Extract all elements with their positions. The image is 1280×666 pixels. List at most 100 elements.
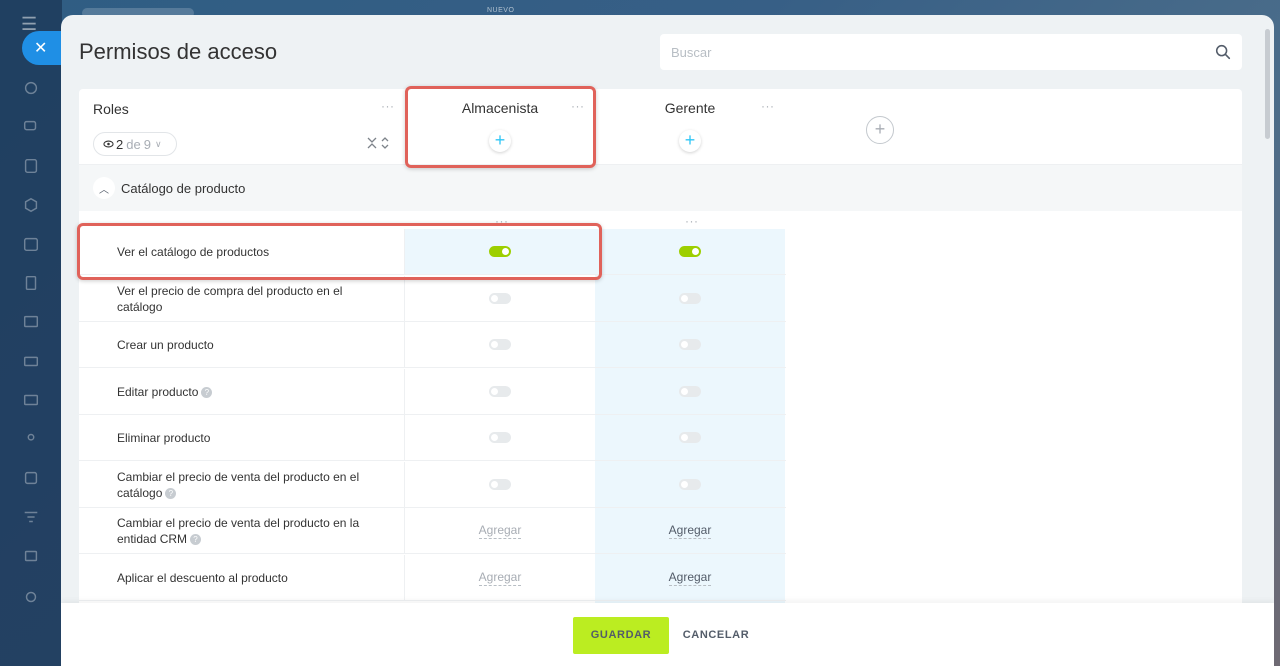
add-value-link[interactable]: Agregar bbox=[405, 570, 595, 586]
role-name: Gerente bbox=[664, 100, 716, 116]
permission-label: Ver el catálogo de productos bbox=[117, 244, 377, 260]
add-value-text: Agregar bbox=[668, 523, 712, 539]
help-icon[interactable]: ? bbox=[190, 534, 202, 546]
column-more-icon[interactable]: ··· bbox=[495, 215, 509, 227]
permission-toggle[interactable] bbox=[489, 386, 511, 397]
eye-icon bbox=[103, 140, 114, 148]
crm-icon[interactable] bbox=[21, 195, 41, 215]
permission-label: Ver el precio de compra del producto en … bbox=[117, 283, 377, 315]
sites-icon[interactable] bbox=[21, 312, 41, 332]
permission-label: Editar producto? bbox=[117, 384, 377, 400]
role-column-gerente: Gerente ··· + bbox=[595, 89, 785, 165]
column-more-icon[interactable]: ··· bbox=[685, 215, 699, 227]
left-sidebar: ☰ bbox=[0, 0, 62, 666]
permission-label-text: Cambiar el precio de venta del producto … bbox=[117, 516, 360, 546]
permission-row: Ver el precio de compra del producto en … bbox=[79, 276, 786, 322]
help-icon[interactable]: ? bbox=[165, 488, 177, 500]
of-label: de bbox=[126, 136, 141, 152]
section-header[interactable]: ︿ Catálogo de producto bbox=[79, 165, 1242, 211]
chevron-up-icon[interactable]: ︿ bbox=[93, 177, 115, 199]
page-title: Permisos de acceso bbox=[79, 39, 278, 64]
permission-toggle[interactable] bbox=[679, 479, 701, 490]
add-value-text: Agregar bbox=[478, 570, 522, 586]
roles-label: Roles bbox=[93, 101, 129, 117]
add-value-link[interactable]: Agregar bbox=[405, 523, 595, 539]
add-value-text: Agregar bbox=[668, 570, 712, 586]
column-divider bbox=[404, 322, 405, 368]
column-divider bbox=[404, 276, 405, 322]
filter-icon[interactable] bbox=[21, 507, 41, 527]
plus-icon: + bbox=[684, 130, 696, 150]
search-placeholder: Buscar bbox=[671, 45, 712, 60]
permission-toggle[interactable] bbox=[679, 386, 701, 397]
permission-label: Cambiar el precio de venta del producto … bbox=[117, 515, 377, 547]
table-header: Roles ··· 2 de 9 ∨ Almacenista ··· + Ger… bbox=[79, 89, 1242, 165]
collapse-expand-icon[interactable] bbox=[366, 135, 392, 151]
documents-icon[interactable] bbox=[21, 273, 41, 293]
checklist-icon[interactable] bbox=[21, 468, 41, 488]
permission-row: Crear un producto bbox=[79, 322, 786, 368]
add-value-text: Agregar bbox=[478, 523, 522, 539]
plus-icon: + bbox=[494, 130, 506, 150]
section-title: Catálogo de producto bbox=[121, 181, 246, 196]
chat-icon[interactable] bbox=[21, 117, 41, 137]
permission-toggle[interactable] bbox=[679, 246, 701, 257]
feed-icon[interactable] bbox=[21, 78, 41, 98]
roles-visibility-selector[interactable]: 2 de 9 ∨ bbox=[93, 132, 177, 156]
permission-row: Eliminar producto bbox=[79, 415, 786, 461]
tasks-icon[interactable] bbox=[21, 156, 41, 176]
permission-label-text: Eliminar producto bbox=[117, 431, 211, 445]
permission-toggle[interactable] bbox=[489, 432, 511, 443]
permission-toggle[interactable] bbox=[489, 339, 511, 350]
permission-label: Aplicar el descuento al producto bbox=[117, 570, 377, 586]
visible-count: 2 bbox=[116, 136, 124, 152]
add-permission-button[interactable]: + bbox=[679, 130, 701, 152]
close-icon: ✕ bbox=[34, 40, 48, 57]
scrollbar[interactable] bbox=[1265, 29, 1270, 139]
permission-toggle[interactable] bbox=[489, 246, 511, 257]
permissions-table: Roles ··· 2 de 9 ∨ Almacenista ··· + Ger… bbox=[79, 89, 1242, 609]
permission-row: Aplicar el descuento al producto Agregar A… bbox=[79, 555, 786, 601]
roles-more-icon[interactable]: ··· bbox=[381, 100, 395, 112]
add-role-button[interactable]: + bbox=[866, 116, 894, 144]
permission-row: Cambiar el precio de venta del producto … bbox=[79, 508, 786, 554]
permission-label-text: Editar producto bbox=[117, 385, 199, 399]
footer-bar: GUARDAR CANCELAR bbox=[61, 603, 1274, 666]
permission-toggle[interactable] bbox=[489, 479, 511, 490]
permission-label-text: Ver el precio de compra del producto en … bbox=[117, 284, 343, 314]
permission-toggle[interactable] bbox=[679, 432, 701, 443]
add-permission-button[interactable]: + bbox=[489, 130, 511, 152]
column-divider bbox=[404, 462, 405, 508]
permission-label-text: Ver el catálogo de productos bbox=[117, 245, 270, 259]
permission-toggle[interactable] bbox=[489, 293, 511, 304]
search-field[interactable]: Buscar bbox=[660, 34, 1242, 70]
role-column-almacenista: Almacenista ··· + bbox=[405, 89, 595, 165]
permission-row: Ver el catálogo de productos bbox=[79, 229, 786, 275]
permission-label-text: Aplicar el descuento al producto bbox=[117, 571, 288, 585]
inventory-icon[interactable] bbox=[21, 546, 41, 566]
help-icon[interactable]: ? bbox=[201, 387, 213, 399]
permission-label: Crear un producto bbox=[117, 337, 377, 353]
contacts-icon[interactable] bbox=[21, 429, 41, 449]
save-button[interactable]: GUARDAR bbox=[573, 617, 669, 654]
permission-toggle[interactable] bbox=[679, 339, 701, 350]
permission-label-text: Cambiar el precio de venta del producto … bbox=[117, 470, 360, 500]
settings-icon[interactable] bbox=[21, 587, 41, 607]
plus-icon: + bbox=[874, 119, 886, 139]
new-label: NUEVO bbox=[487, 7, 515, 14]
role-more-icon[interactable]: ··· bbox=[571, 100, 585, 112]
calendar-icon[interactable] bbox=[21, 234, 41, 254]
store-icon[interactable] bbox=[21, 351, 41, 371]
cancel-button[interactable]: CANCELAR bbox=[678, 617, 754, 654]
total-count: 9 bbox=[143, 136, 151, 152]
add-value-link[interactable]: Agregar bbox=[595, 570, 785, 586]
column-divider bbox=[404, 229, 405, 275]
permission-toggle[interactable] bbox=[679, 293, 701, 304]
add-value-link[interactable]: Agregar bbox=[595, 523, 785, 539]
search-icon[interactable] bbox=[1214, 43, 1232, 61]
mail-icon[interactable] bbox=[21, 390, 41, 410]
role-name: Almacenista bbox=[461, 100, 539, 116]
permission-row: Cambiar el precio de venta del producto … bbox=[79, 462, 786, 508]
role-more-icon[interactable]: ··· bbox=[761, 100, 775, 112]
chevron-down-icon: ∨ bbox=[154, 138, 162, 149]
